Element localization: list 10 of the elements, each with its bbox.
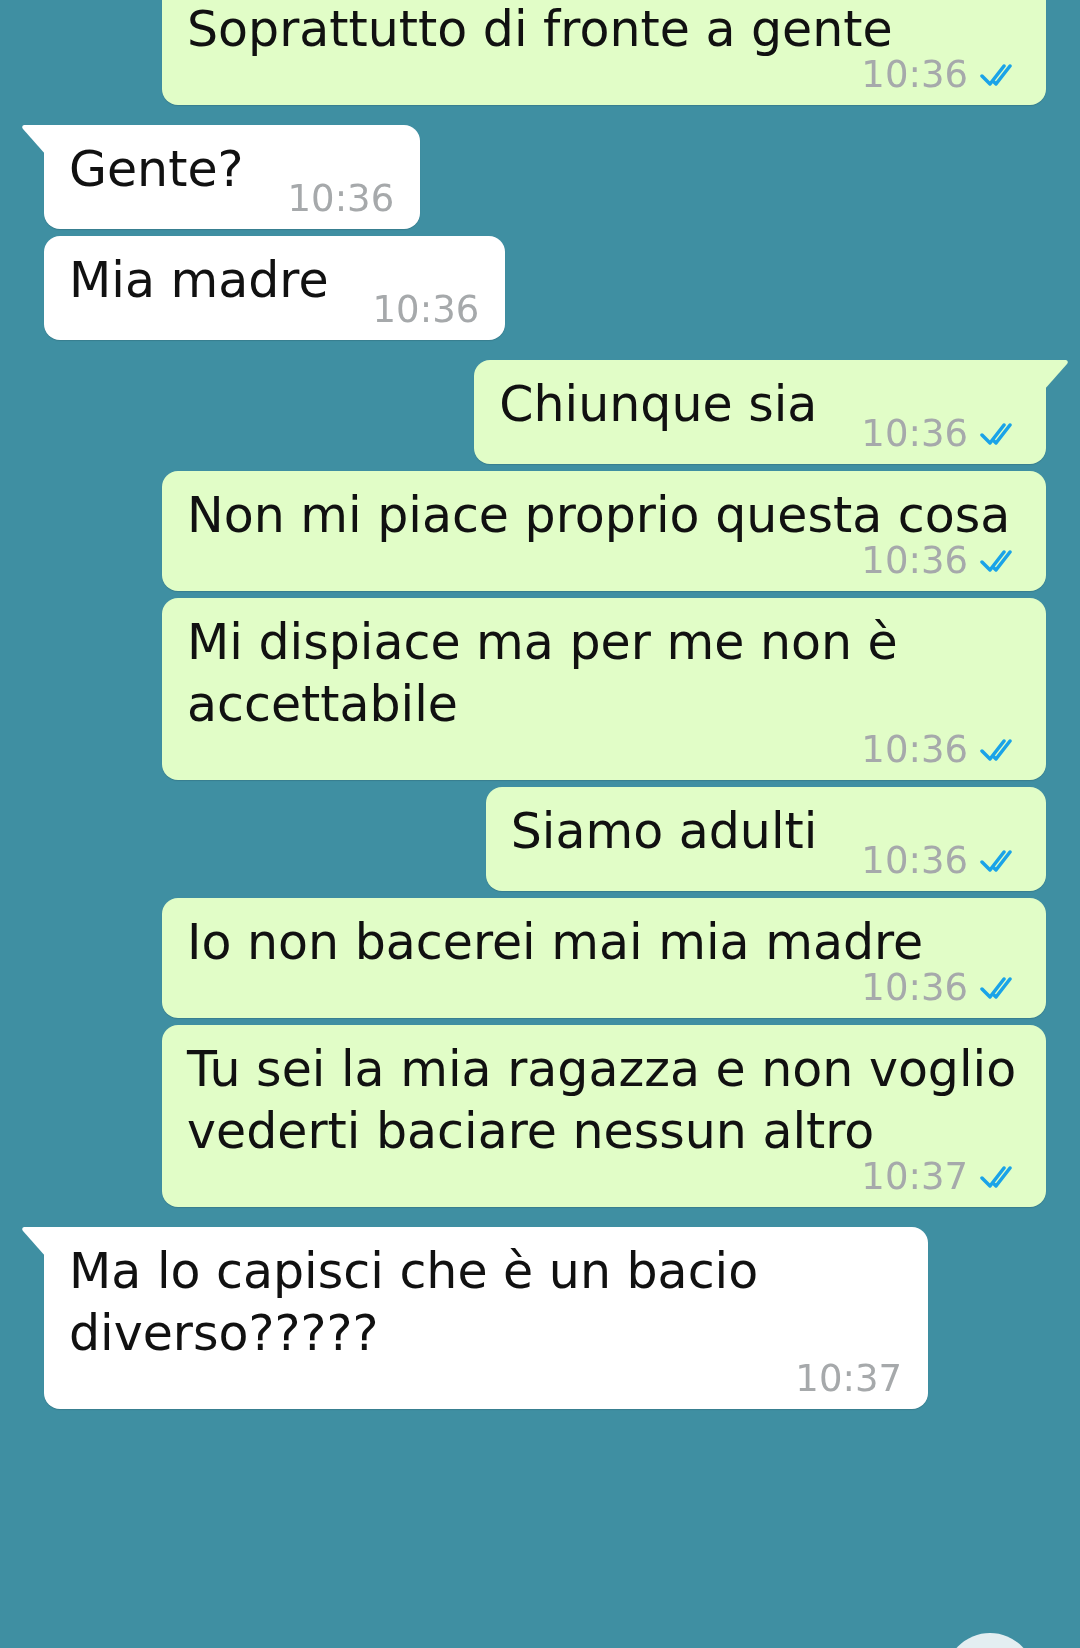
message-text: Chiunque sia (499, 375, 818, 435)
message-time: 10:36 (861, 841, 968, 881)
message-text: Gente? (69, 140, 244, 200)
message-time: 10:36 (372, 290, 480, 330)
message-time: 10:37 (795, 1359, 902, 1399)
message-text: Ma lo capisci che è un bacio diverso????? (69, 1242, 760, 1364)
message-time: 10:36 (861, 414, 968, 454)
message-text: Siamo adulti (510, 802, 818, 862)
message-text: Mia madre (69, 251, 329, 311)
message-time: 10:36 (287, 179, 395, 219)
